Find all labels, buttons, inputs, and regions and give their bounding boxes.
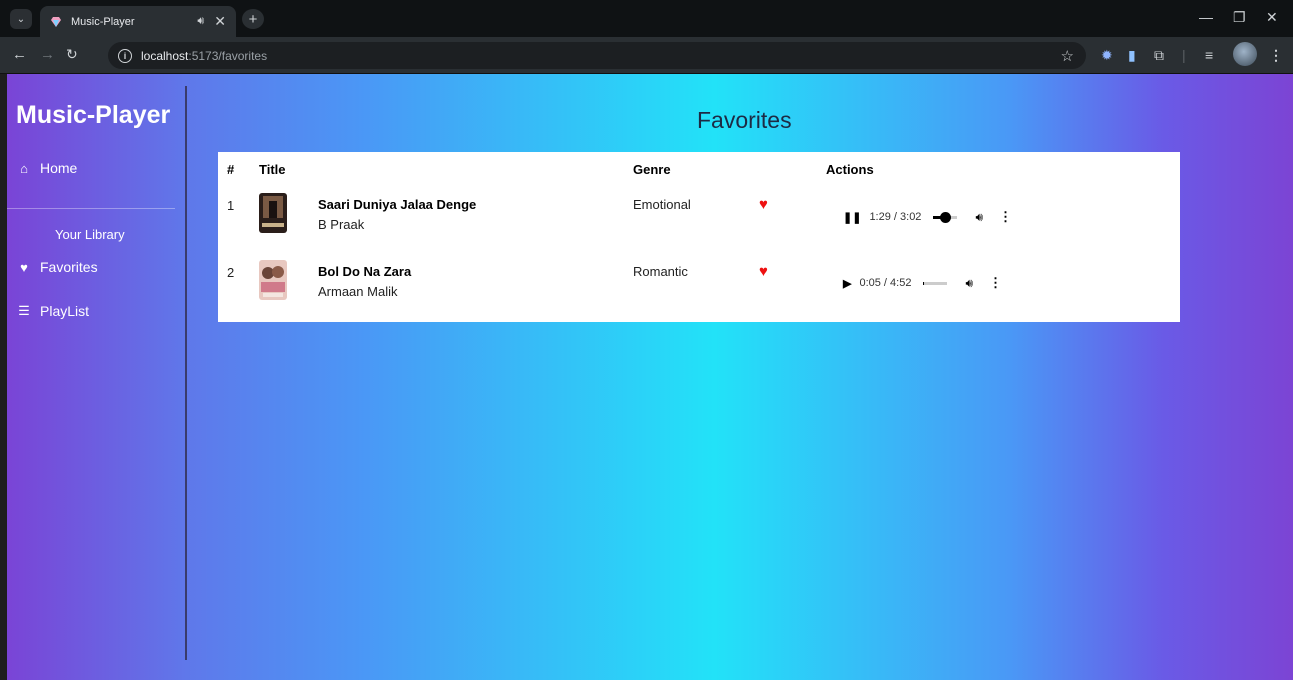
sidebar-item-home[interactable]: ⌂ Home	[16, 160, 77, 176]
url-text: localhost:5173/favorites	[141, 49, 267, 63]
url-host: localhost	[141, 48, 189, 63]
progress-slider[interactable]	[933, 211, 958, 223]
address-bar[interactable]: i localhost:5173/favorites ☆	[108, 42, 1086, 69]
album-cover-image	[259, 260, 287, 300]
playback-time: 1:29 / 3:02	[869, 211, 922, 223]
sidebar-border	[185, 86, 187, 660]
app-page: Music-Player ⌂ Home Your Library ♥ Favor…	[7, 74, 1293, 680]
song-artist: B Praak	[318, 217, 365, 232]
sidebar-divider	[7, 208, 175, 209]
forward-icon[interactable]: →	[40, 46, 55, 63]
column-header-title: Title	[259, 162, 286, 177]
more-options-icon[interactable]: ⋮	[989, 275, 1002, 291]
back-icon[interactable]: ←	[12, 46, 27, 63]
column-header-genre: Genre	[633, 162, 671, 177]
play-icon[interactable]: ▶	[843, 277, 851, 290]
new-tab-button[interactable]: +	[242, 9, 264, 29]
library-label: Your Library	[55, 227, 125, 242]
minimize-icon[interactable]: —	[1199, 9, 1213, 25]
song-artist: Armaan Malik	[318, 284, 398, 299]
url-path: :5173/favorites	[188, 48, 268, 63]
playback-time: 0:05 / 4:52	[859, 277, 912, 289]
brand-title: Music-Player	[16, 101, 171, 129]
song-title: Saari Duniya Jalaa Denge	[318, 197, 477, 212]
sidebar-item-playlist[interactable]: ☰ PlayList	[16, 303, 89, 319]
browser-tab[interactable]: Music-Player 🔊︎ ✕	[40, 6, 236, 37]
reading-list-icon[interactable]: ≡	[1205, 47, 1213, 63]
extension-doc-icon[interactable]: ▮	[1128, 47, 1136, 64]
tab-audio-icon[interactable]: 🔊︎	[197, 15, 204, 28]
audio-player: ▶ 0:05 / 4:52 🔊︎ ⋮	[843, 273, 1002, 293]
heart-icon: ♥	[20, 259, 28, 275]
reload-icon[interactable]: ↻	[66, 46, 78, 63]
favorite-heart-icon[interactable]: ♥	[759, 263, 768, 280]
sidebar-item-label: Favorites	[40, 259, 98, 275]
progress-slider[interactable]	[923, 281, 948, 285]
browser-toolbar: ← → ↻ i localhost:5173/favorites ☆ ✹ ▮ ⧉…	[0, 37, 1293, 74]
row-number: 1	[227, 198, 235, 213]
restore-icon[interactable]: ❐	[1233, 9, 1246, 26]
browser-tab-bar: ⌄ Music-Player 🔊︎ ✕ + — ❐ ✕	[0, 0, 1293, 37]
sidebar-item-label: PlayList	[40, 303, 90, 319]
favorites-table: # Title Genre Actions 1 Saari Duniya Jal…	[218, 152, 1180, 322]
row-number: 2	[227, 265, 235, 280]
column-header-number: #	[227, 162, 235, 177]
page-title: Favorites	[697, 107, 792, 133]
bookmark-star-icon[interactable]: ☆	[1061, 47, 1074, 65]
extension-gear-icon[interactable]: ✹	[1101, 47, 1113, 64]
profile-avatar[interactable]	[1233, 42, 1257, 66]
favorite-heart-icon[interactable]: ♥	[759, 196, 768, 213]
browser-menu-icon[interactable]: ⋮	[1269, 47, 1283, 64]
toolbar-divider: |	[1182, 47, 1186, 63]
close-window-icon[interactable]: ✕	[1266, 9, 1278, 26]
pause-icon[interactable]: ❚❚	[843, 211, 861, 224]
volume-icon[interactable]: 🔊︎	[965, 276, 973, 291]
list-icon: ☰	[18, 303, 30, 318]
tab-title: Music-Player	[71, 15, 135, 28]
album-cover-image	[259, 193, 287, 233]
site-info-icon[interactable]: i	[118, 48, 132, 63]
column-header-actions: Actions	[826, 162, 874, 177]
sidebar: Music-Player ⌂ Home Your Library ♥ Favor…	[7, 74, 186, 680]
sidebar-item-label: Home	[40, 160, 78, 176]
favicon-icon	[51, 16, 61, 27]
tab-close-icon[interactable]: ✕	[214, 13, 226, 30]
extensions-puzzle-icon[interactable]: ⧉	[1154, 47, 1164, 64]
sidebar-item-favorites[interactable]: ♥ Favorites	[16, 259, 98, 275]
more-options-icon[interactable]: ⋮	[999, 209, 1012, 225]
song-genre: Emotional	[633, 197, 691, 212]
tab-search-icon[interactable]: ⌄	[10, 9, 32, 29]
audio-player: ❚❚ 1:29 / 3:02 🔊︎ ⋮	[843, 207, 1012, 227]
home-icon: ⌂	[20, 160, 28, 176]
volume-icon[interactable]: 🔊︎	[975, 210, 983, 225]
song-genre: Romantic	[633, 264, 688, 279]
song-title: Bol Do Na Zara	[318, 264, 412, 279]
